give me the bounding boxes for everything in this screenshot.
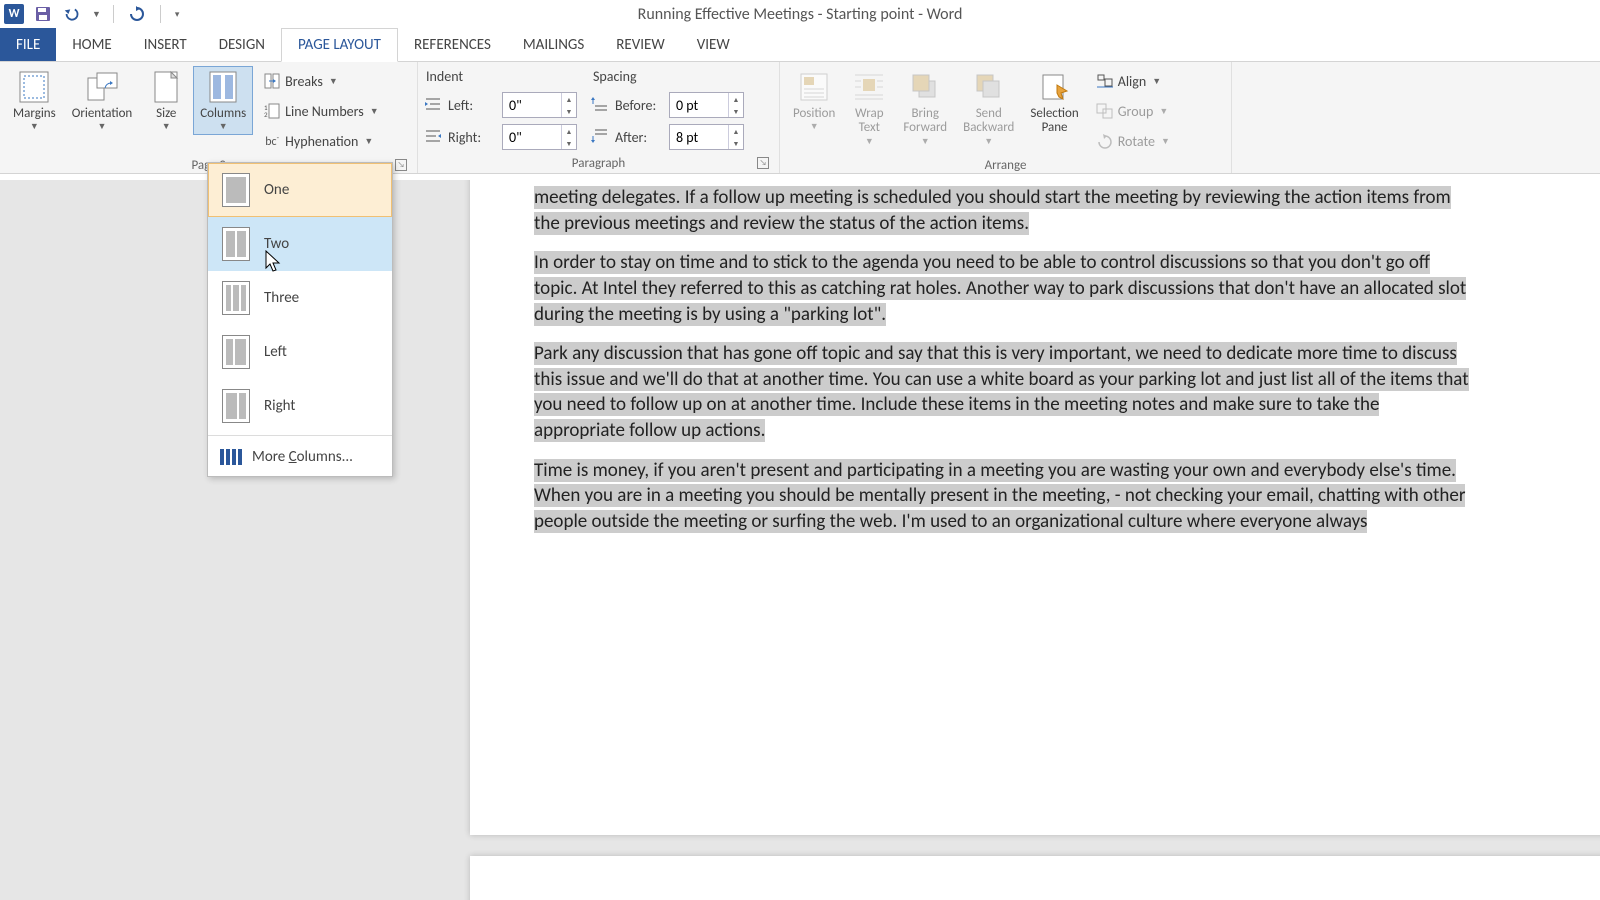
line-numbers-icon: 12 [263, 102, 281, 120]
qat-customize-icon[interactable]: ▾ [175, 9, 180, 20]
bring-forward-icon [907, 69, 943, 105]
spacing-after-icon [591, 128, 609, 146]
spacing-before-input[interactable]: ▲▼ [669, 92, 744, 118]
tab-file[interactable]: FILE [0, 28, 56, 61]
indent-left-icon [424, 96, 442, 114]
svg-text:2: 2 [264, 110, 268, 119]
more-columns-button[interactable]: More Columns... [208, 438, 392, 476]
send-backward-button[interactable]: Send Backward▼ [956, 66, 1021, 150]
indent-right-input[interactable]: ▲▼ [502, 124, 577, 150]
selection-pane-button[interactable]: Selection Pane [1023, 66, 1085, 139]
columns-icon [205, 69, 241, 105]
size-icon [148, 69, 184, 105]
two-column-icon [222, 227, 250, 261]
indent-heading: Indent [424, 66, 577, 89]
page-setup-dialog-launcher[interactable]: ↘ [395, 159, 407, 171]
breaks-icon [263, 72, 281, 90]
position-icon [796, 69, 832, 105]
rotate-button[interactable]: Rotate▼ [1092, 126, 1174, 156]
three-column-icon [222, 281, 250, 315]
document-paragraph[interactable]: Time is money, if you aren't present and… [534, 459, 1465, 533]
tab-page-layout[interactable]: PAGE LAYOUT [281, 28, 398, 62]
word-app-icon: W [4, 4, 24, 24]
document-paragraph[interactable]: Park any discussion that has gone off to… [534, 342, 1469, 442]
align-button[interactable]: Align▼ [1092, 66, 1174, 96]
document-paragraph[interactable]: meeting delegates. If a follow up meetin… [534, 186, 1451, 235]
columns-option-three[interactable]: Three [208, 271, 392, 325]
tab-references[interactable]: REFERENCES [398, 28, 507, 61]
position-button[interactable]: Position▼ [786, 66, 842, 135]
one-column-icon [222, 173, 250, 207]
columns-option-right[interactable]: Right [208, 379, 392, 433]
indent-right-icon [424, 128, 442, 146]
group-label-arrange: Arrange [786, 156, 1225, 175]
repeat-button[interactable] [126, 3, 148, 25]
margins-icon [16, 69, 52, 105]
undo-caret-icon[interactable]: ▼ [92, 9, 101, 20]
tab-insert[interactable]: INSERT [128, 28, 203, 61]
columns-button[interactable]: Columns▼ [193, 66, 253, 135]
bring-forward-button[interactable]: Bring Forward▼ [896, 66, 954, 150]
group-paragraph: Indent Left: ▲▼ Right: ▲▼ Spacing Before… [418, 62, 780, 173]
breaks-button[interactable]: Breaks▼ [259, 66, 383, 96]
spacing-before-icon [591, 96, 609, 114]
left-column-icon [222, 335, 250, 369]
document-page-2[interactable]: brought their laptops to meetings. If yo… [470, 856, 1600, 900]
wrap-text-icon [851, 69, 887, 105]
more-columns-icon [220, 449, 242, 465]
align-icon [1096, 72, 1114, 90]
document-page-1[interactable]: meeting delegates. If a follow up meetin… [470, 180, 1600, 835]
ribbon: Margins▼ Orientation▼ Size▼ Columns▼ Bre… [0, 62, 1600, 174]
indent-left-input[interactable]: ▲▼ [502, 92, 577, 118]
document-paragraph[interactable]: In order to stay on time and to stick to… [534, 251, 1466, 325]
spacing-heading: Spacing [591, 66, 744, 89]
send-backward-icon [971, 69, 1007, 105]
group-label-paragraph: Paragraph ↘ [424, 154, 773, 173]
tab-review[interactable]: REVIEW [600, 28, 680, 61]
orientation-icon [84, 69, 120, 105]
size-button[interactable]: Size▼ [141, 66, 191, 135]
group-button[interactable]: Group▼ [1092, 96, 1174, 126]
title-bar: W ▼ ▾ Running Effective Meetings - Start… [0, 0, 1600, 28]
tab-view[interactable]: VIEW [681, 28, 746, 61]
rotate-icon [1096, 132, 1114, 150]
group-icon [1096, 102, 1114, 120]
line-numbers-button[interactable]: 12 Line Numbers▼ [259, 96, 383, 126]
columns-option-two[interactable]: Two [208, 217, 392, 271]
tab-home[interactable]: HOME [56, 28, 127, 61]
group-page-setup: Margins▼ Orientation▼ Size▼ Columns▼ Bre… [0, 62, 418, 173]
orientation-button[interactable]: Orientation▼ [65, 66, 140, 135]
hyphenation-button[interactable]: bc- Hyphenation▼ [259, 126, 383, 156]
window-title: Running Effective Meetings - Starting po… [638, 5, 963, 24]
margins-button[interactable]: Margins▼ [6, 66, 63, 135]
paragraph-dialog-launcher[interactable]: ↘ [757, 157, 769, 169]
ribbon-tabs: FILE HOME INSERT DESIGN PAGE LAYOUT REFE… [0, 28, 1600, 62]
wrap-text-button[interactable]: Wrap Text▼ [844, 66, 894, 150]
tab-mailings[interactable]: MAILINGS [507, 28, 600, 61]
columns-option-one[interactable]: One [208, 163, 392, 217]
hyphenation-icon: bc- [263, 132, 281, 150]
spacing-after-input[interactable]: ▲▼ [669, 124, 744, 150]
group-arrange: Position▼ Wrap Text▼ Bring Forward▼ Send… [780, 62, 1232, 173]
save-button[interactable] [32, 3, 54, 25]
undo-button[interactable] [62, 3, 84, 25]
tab-design[interactable]: DESIGN [203, 28, 281, 61]
selection-pane-icon [1037, 69, 1073, 105]
columns-option-left[interactable]: Left [208, 325, 392, 379]
columns-dropdown-menu: One Two Three Left Right More Columns... [207, 162, 393, 477]
right-column-icon [222, 389, 250, 423]
